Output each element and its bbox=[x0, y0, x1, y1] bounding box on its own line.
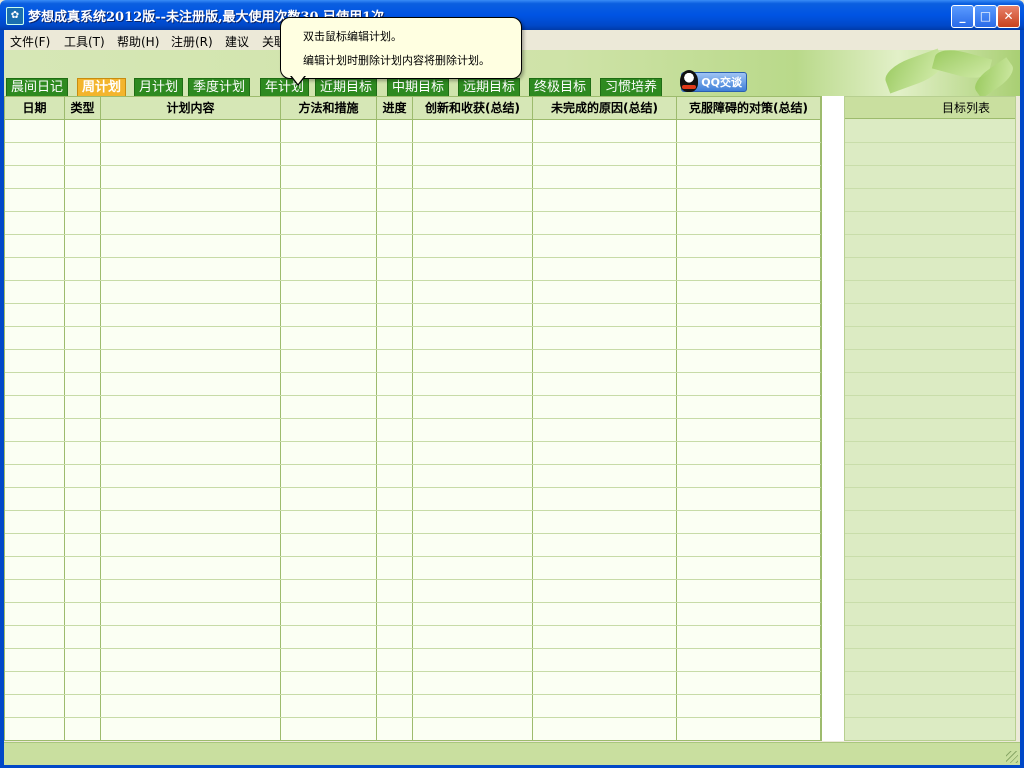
list-item[interactable] bbox=[845, 694, 1015, 695]
table-row[interactable] bbox=[5, 510, 821, 511]
list-item[interactable] bbox=[845, 464, 1015, 465]
table-row[interactable] bbox=[5, 234, 821, 235]
splitter[interactable] bbox=[822, 96, 844, 741]
plan-table[interactable]: 日期 类型 计划内容 方法和措施 进度 创新和收获(总结) 未完成的原因(总结)… bbox=[4, 96, 822, 741]
table-row[interactable] bbox=[5, 349, 821, 350]
tab-quarterly-plan[interactable]: 季度计划 bbox=[188, 78, 251, 98]
list-item[interactable] bbox=[845, 625, 1015, 626]
list-item[interactable] bbox=[845, 556, 1015, 557]
table-row[interactable] bbox=[5, 441, 821, 442]
list-item[interactable] bbox=[845, 418, 1015, 419]
maximize-button[interactable]: □ bbox=[974, 5, 997, 28]
table-row[interactable] bbox=[5, 257, 821, 258]
table-row[interactable] bbox=[5, 694, 821, 695]
column-header-progress[interactable]: 进度 bbox=[377, 97, 413, 119]
table-header: 日期 类型 计划内容 方法和措施 进度 创新和收获(总结) 未完成的原因(总结)… bbox=[5, 97, 821, 120]
list-item[interactable] bbox=[845, 740, 1016, 741]
tab-mid-term-goal[interactable]: 中期目标 bbox=[387, 78, 450, 98]
column-header-countermeasures[interactable]: 克服障碍的对策(总结) bbox=[677, 97, 821, 119]
status-bar bbox=[4, 742, 1020, 765]
close-button[interactable]: ✕ bbox=[997, 5, 1020, 28]
menu-help[interactable]: 帮助(H) bbox=[117, 33, 159, 50]
tab-ultimate-goal[interactable]: 终极目标 bbox=[529, 78, 592, 98]
list-item[interactable] bbox=[845, 395, 1015, 396]
list-item[interactable] bbox=[845, 326, 1015, 327]
table-row[interactable] bbox=[5, 648, 821, 649]
tab-morning-diary[interactable]: 晨间日记 bbox=[6, 78, 69, 98]
list-item[interactable] bbox=[845, 510, 1015, 511]
table-row[interactable] bbox=[5, 418, 821, 419]
goal-list-header: 目标列表 bbox=[845, 97, 1015, 119]
column-header-methods[interactable]: 方法和措施 bbox=[281, 97, 377, 119]
list-item[interactable] bbox=[845, 303, 1015, 304]
column-header-date[interactable]: 日期 bbox=[5, 97, 65, 119]
table-row[interactable] bbox=[5, 280, 821, 281]
table-row[interactable] bbox=[5, 211, 821, 212]
tooltip-line-2: 编辑计划时删除计划内容将删除计划。 bbox=[303, 54, 490, 67]
resize-grip-icon[interactable] bbox=[1006, 751, 1018, 763]
table-row[interactable] bbox=[5, 579, 821, 580]
column-header-innovation[interactable]: 创新和收获(总结) bbox=[413, 97, 533, 119]
list-item[interactable] bbox=[845, 602, 1015, 603]
column-header-type[interactable]: 类型 bbox=[65, 97, 101, 119]
tab-long-term-goal[interactable]: 远期目标 bbox=[458, 78, 521, 98]
table-row[interactable] bbox=[5, 326, 821, 327]
table-row[interactable] bbox=[5, 717, 821, 718]
menu-register[interactable]: 注册(R) bbox=[171, 33, 213, 50]
list-item[interactable] bbox=[845, 280, 1015, 281]
table-row[interactable] bbox=[5, 464, 821, 465]
table-row[interactable] bbox=[5, 372, 821, 373]
help-tooltip: 双击鼠标编辑计划。 编辑计划时删除计划内容将删除计划。 bbox=[280, 17, 522, 79]
list-item[interactable] bbox=[845, 441, 1015, 442]
list-item[interactable] bbox=[845, 648, 1015, 649]
menu-suggest[interactable]: 建议 bbox=[225, 33, 249, 50]
column-header-plan-content[interactable]: 计划内容 bbox=[101, 97, 281, 119]
list-item[interactable] bbox=[845, 142, 1015, 143]
window-frame-right bbox=[1020, 30, 1024, 768]
tab-monthly-plan[interactable]: 月计划 bbox=[134, 78, 184, 98]
tab-near-term-goal[interactable]: 近期目标 bbox=[315, 78, 378, 98]
list-item[interactable] bbox=[845, 487, 1015, 488]
table-row[interactable] bbox=[5, 671, 821, 672]
app-logo-icon[interactable]: ✿ bbox=[6, 7, 24, 25]
list-item[interactable] bbox=[845, 165, 1015, 166]
list-item[interactable] bbox=[845, 234, 1015, 235]
list-item[interactable] bbox=[845, 372, 1015, 373]
table-row[interactable] bbox=[5, 533, 821, 534]
list-item[interactable] bbox=[845, 717, 1015, 718]
menu-tools[interactable]: 工具(T) bbox=[64, 33, 105, 50]
list-item[interactable] bbox=[845, 349, 1015, 350]
goal-list-panel[interactable]: 目标列表 bbox=[844, 96, 1016, 741]
tab-weekly-plan[interactable]: 周计划 bbox=[77, 78, 127, 98]
menu-file[interactable]: 文件(F) bbox=[10, 33, 50, 50]
table-row[interactable] bbox=[5, 165, 821, 166]
table-row[interactable] bbox=[5, 556, 821, 557]
tooltip-tail-fill bbox=[291, 75, 305, 84]
table-row[interactable] bbox=[5, 303, 821, 304]
table-row[interactable] bbox=[5, 740, 822, 741]
qq-chat-label: QQ交谈 bbox=[701, 76, 742, 89]
table-row[interactable] bbox=[5, 142, 821, 143]
table-row[interactable] bbox=[5, 395, 821, 396]
list-item[interactable] bbox=[845, 671, 1015, 672]
minimize-button[interactable]: _ bbox=[951, 5, 974, 28]
table-row[interactable] bbox=[5, 625, 821, 626]
penguin-scarf bbox=[682, 85, 696, 89]
qq-chat-button[interactable]: QQ交谈 bbox=[680, 70, 747, 92]
list-item[interactable] bbox=[845, 533, 1015, 534]
table-row[interactable] bbox=[5, 487, 821, 488]
tab-habit-building[interactable]: 习惯培养 bbox=[600, 78, 663, 98]
list-item[interactable] bbox=[845, 579, 1015, 580]
table-row[interactable] bbox=[5, 602, 821, 603]
table-row[interactable] bbox=[5, 188, 821, 189]
app-window: ✿ 梦想成真系统2012版--未注册版,最大使用次数30,已使用1次 _ □ ✕… bbox=[0, 0, 1024, 768]
list-item[interactable] bbox=[845, 257, 1015, 258]
list-item[interactable] bbox=[845, 211, 1015, 212]
list-item[interactable] bbox=[845, 188, 1015, 189]
column-header-unfinished-reason[interactable]: 未完成的原因(总结) bbox=[533, 97, 677, 119]
tooltip-line-1: 双击鼠标编辑计划。 bbox=[303, 30, 402, 43]
